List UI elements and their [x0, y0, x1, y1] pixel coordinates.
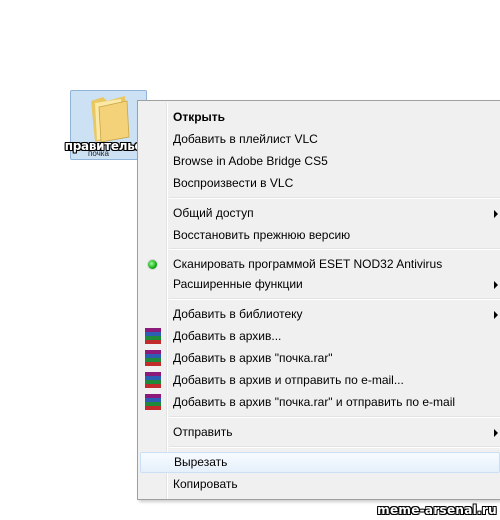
eset-icon	[148, 260, 157, 269]
submenu-arrow-icon	[494, 429, 498, 437]
menu-item-open[interactable]: Открыть	[140, 107, 500, 128]
menu-separator	[169, 298, 500, 300]
menu-item-send-to[interactable]: Отправить	[140, 422, 500, 443]
menu-item-restore-version[interactable]: Восстановить прежнюю версию	[140, 225, 500, 246]
menu-item-cut[interactable]: Вырезать	[140, 452, 500, 473]
menu-separator	[169, 446, 500, 448]
watermark: meme-arsenal.ru	[377, 503, 497, 517]
menu-item-archive-email[interactable]: Добавить в архив и отправить по e-mail..…	[140, 370, 500, 391]
winrar-icon	[145, 328, 161, 344]
submenu-arrow-icon	[494, 210, 498, 218]
menu-item-advanced[interactable]: Расширенные функции	[140, 274, 500, 295]
menu-item-add-library[interactable]: Добавить в библиотеку	[140, 304, 500, 325]
menu-item-browse-bridge[interactable]: Browse in Adobe Bridge CS5	[140, 151, 500, 172]
menu-item-add-archive-named[interactable]: Добавить в архив "почка.rar"	[140, 348, 500, 369]
submenu-arrow-icon	[494, 311, 498, 319]
winrar-icon	[145, 372, 161, 388]
menu-item-copy[interactable]: Копировать	[140, 474, 500, 495]
winrar-icon	[145, 394, 161, 410]
menu-item-eset-scan[interactable]: Сканировать программой ESET NOD32 Antivi…	[140, 254, 500, 275]
folder-icon	[91, 96, 130, 143]
menu-separator	[169, 248, 500, 250]
context-menu: Открыть Добавить в плейлист VLC Browse i…	[137, 100, 500, 500]
menu-item-play-vlc[interactable]: Воспроизвести в VLC	[140, 173, 500, 194]
menu-item-archive-named-email[interactable]: Добавить в архив "почка.rar" и отправить…	[140, 392, 500, 413]
menu-item-share[interactable]: Общий доступ	[140, 203, 500, 224]
submenu-arrow-icon	[494, 281, 498, 289]
menu-separator	[169, 416, 500, 418]
menu-item-add-archive[interactable]: Добавить в архив...	[140, 326, 500, 347]
winrar-icon	[145, 350, 161, 366]
menu-item-add-vlc-playlist[interactable]: Добавить в плейлист VLC	[140, 129, 500, 150]
menu-separator	[169, 197, 500, 199]
